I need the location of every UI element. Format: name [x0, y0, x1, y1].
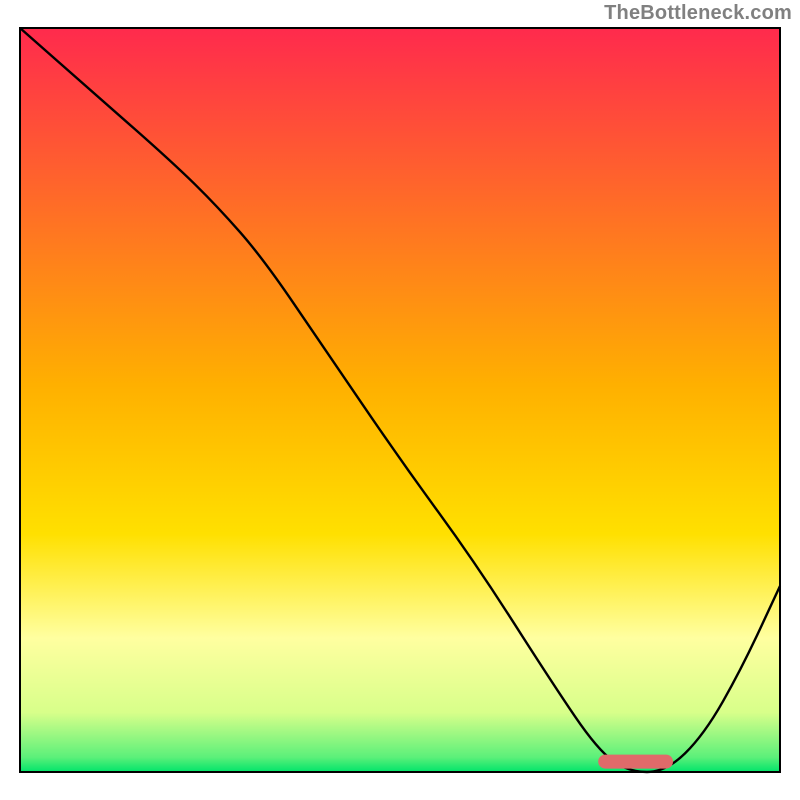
chart-container: TheBottleneck.com [0, 0, 800, 800]
plot-gradient-background [20, 28, 780, 772]
bottleneck-chart-svg [0, 0, 800, 800]
watermark-text: TheBottleneck.com [604, 2, 792, 25]
